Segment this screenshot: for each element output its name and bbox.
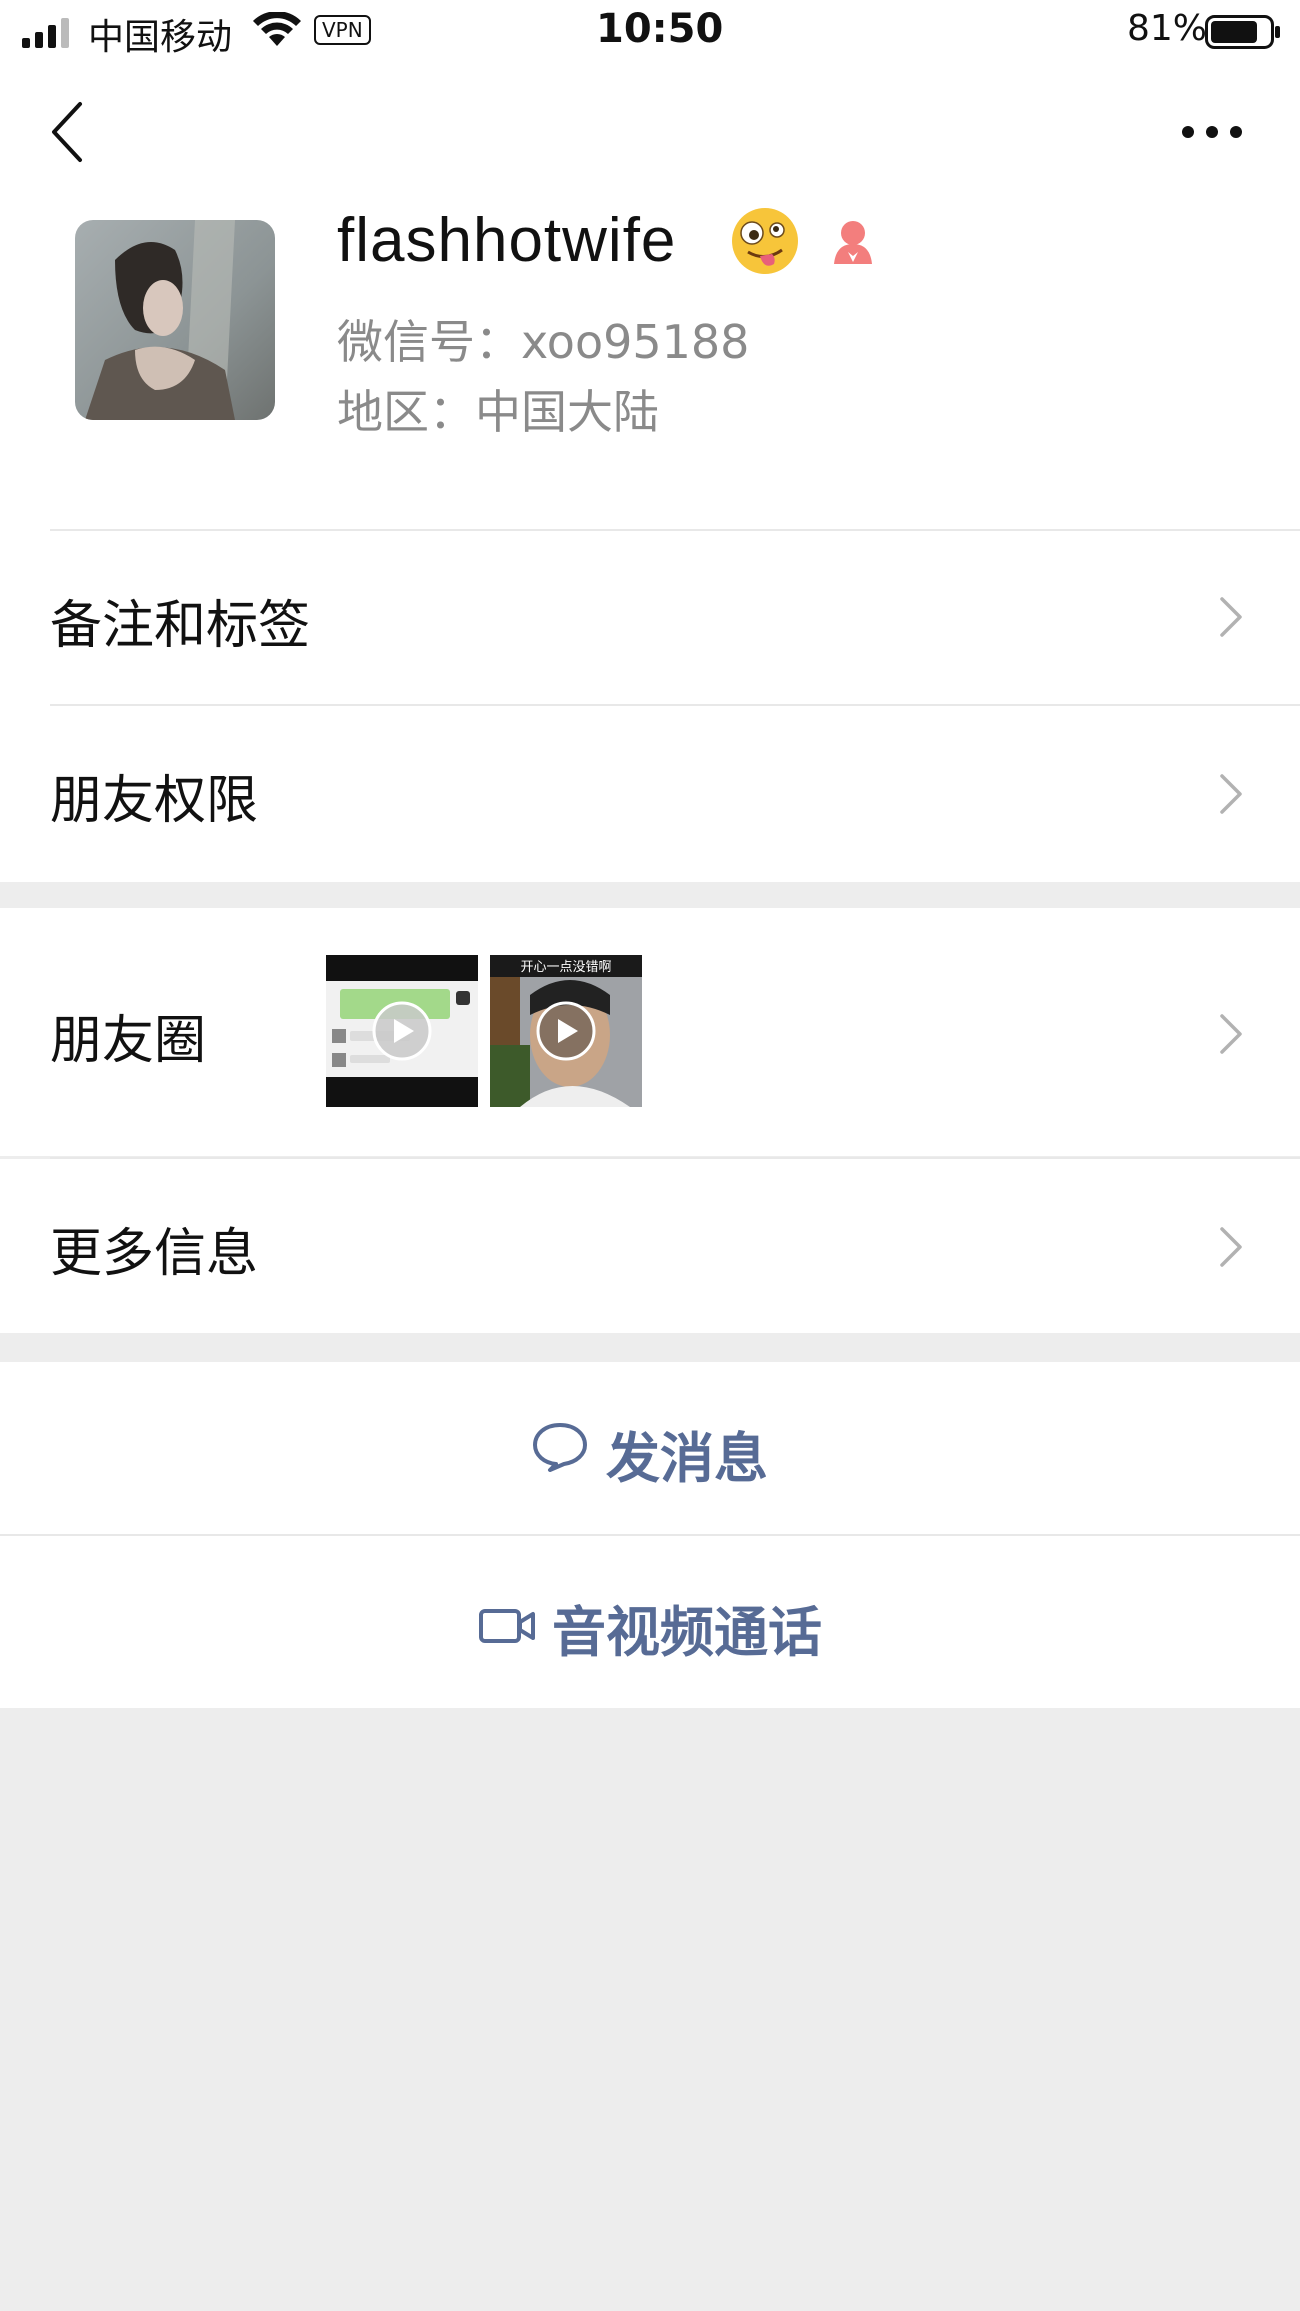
contact-profile-page: 中国移动 VPN 10:50 81% flashhotwife 微信号：xoo9… [0,0,1300,2311]
moments-label: 朋友圈 [50,1011,207,1071]
status-bar: 中国移动 VPN 10:50 81% [0,0,1300,60]
moments-thumbnails[interactable]: 开心一点没错啊 [326,955,646,1107]
nickname: flashhotwife [337,206,677,275]
friend-permissions-label: 朋友权限 [50,771,259,831]
profile-header: 中国移动 VPN 10:50 81% flashhotwife 微信号：xoo9… [0,0,1300,882]
video-camera-icon [479,1609,535,1643]
chat-bubble-icon [533,1423,587,1472]
remarks-tags-row[interactable]: 备注和标签 [0,531,1300,703]
clock: 10:50 [596,6,724,52]
wechat-id: 微信号：xoo95188 [337,315,750,369]
wifi-icon [253,12,301,46]
more-info-row[interactable]: 更多信息 [0,1159,1300,1333]
chevron-right-icon [1220,597,1242,637]
female-gender-icon [834,221,872,264]
friend-permissions-row[interactable]: 朋友权限 [0,706,1300,880]
region: 地区：中国大陆 [337,385,659,439]
thumbnail-caption: 开心一点没错啊 [520,960,611,975]
back-icon[interactable] [48,100,88,164]
moments-thumbnail[interactable] [326,955,478,1107]
zany-face-emoji-icon [732,208,798,274]
battery-icon [1205,15,1280,49]
remarks-tags-label: 备注和标签 [50,596,311,656]
chevron-right-icon [1220,774,1242,814]
send-message-label: 发消息 [606,1427,768,1490]
video-call-label: 音视频通话 [552,1601,822,1664]
chevron-right-icon [1220,1014,1242,1054]
avatar[interactable] [75,220,275,420]
carrier-name: 中国移动 [88,17,233,58]
video-call-button[interactable]: 音视频通话 [0,1536,1300,1708]
send-message-button[interactable]: 发消息 [0,1362,1300,1534]
cellular-signal-icon [22,18,69,48]
moments-row[interactable]: 朋友圈 [0,908,1300,1156]
more-info-label: 更多信息 [50,1224,259,1284]
battery-percentage: 81% [1127,8,1208,49]
more-options-icon[interactable] [1180,118,1244,146]
chevron-right-icon [1220,1227,1242,1267]
moments-thumbnail[interactable]: 开心一点没错啊 [490,955,642,1107]
vpn-badge: VPN [314,15,371,45]
